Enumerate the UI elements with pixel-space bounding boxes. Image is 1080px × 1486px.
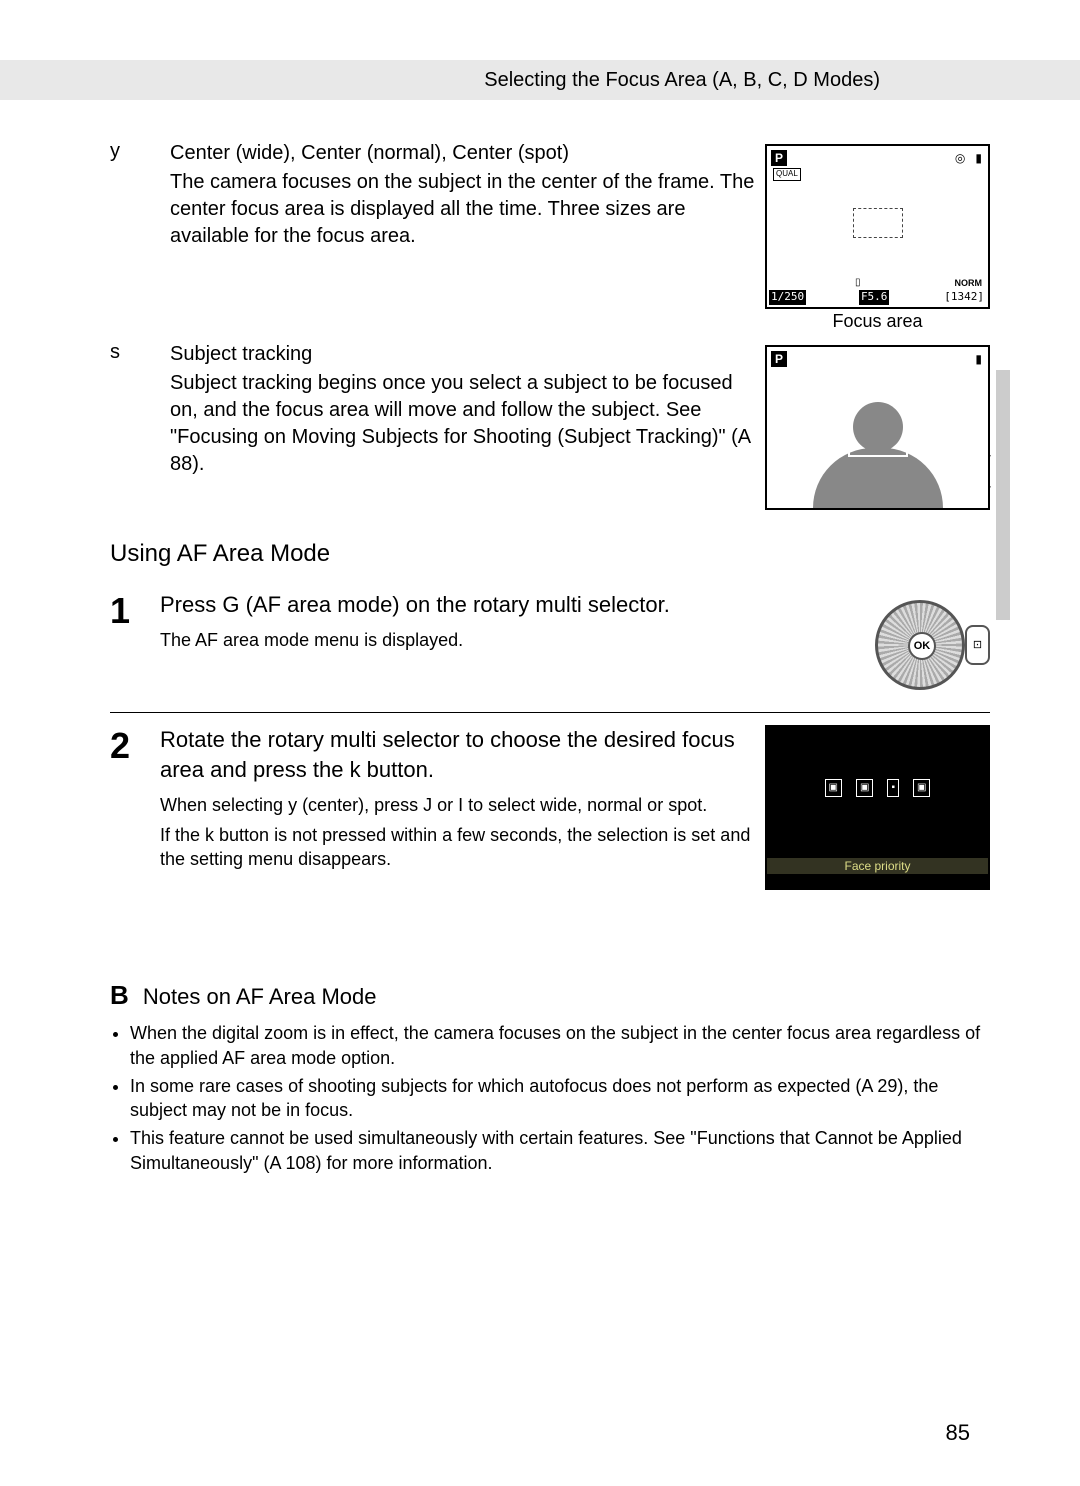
notes-title: B Notes on AF Area Mode [110, 980, 990, 1011]
af-mode-options-icon: ▣▣▪▣ [767, 779, 988, 797]
header-title: Selecting the Focus Area (A, B, C, D Mod… [484, 69, 880, 92]
lcd-bottom-bar: 1/250 F5.6 [1342] [769, 290, 986, 305]
row-s-symbol: s [110, 341, 170, 364]
af-icon: ◎ [955, 150, 965, 166]
side-tab-bg [996, 370, 1010, 620]
lcd-tracking: P ▮ [765, 345, 990, 510]
lcd-top-icons: ▮ [975, 351, 982, 367]
sd-icon: ▯ [855, 276, 861, 290]
subject-body-icon [813, 448, 943, 508]
rotary-selector-icon: OK ⊡ [860, 590, 990, 700]
norm-label: NORM [955, 277, 983, 289]
aperture-value: F5.6 [859, 290, 890, 305]
lcd-menu: ▣▣▪▣ Face priority [765, 725, 990, 890]
row-subject-tracking: s P ▮ Subject tracking Subject tracking … [110, 341, 990, 510]
notes-bullet-2: In some rare cases of shooting subjects … [130, 1074, 990, 1123]
notes-title-text: Notes on AF Area Mode [143, 984, 377, 1009]
face-priority-label: Face priority [767, 858, 988, 874]
step-1: 1 OK ⊡ Press G (AF area mode) on the rot… [110, 578, 990, 700]
header-bar: Selecting the Focus Area (A, B, C, D Mod… [0, 60, 1080, 100]
notes-bullet-1: When the digital zoom is in effect, the … [130, 1021, 990, 1070]
row-center-symbol: y [110, 140, 170, 163]
shots-value: [1342] [942, 290, 986, 305]
notes-caution-icon: B [110, 980, 129, 1010]
section-using-title: Using AF Area Mode [110, 540, 990, 568]
tracking-box-icon [848, 397, 908, 457]
battery-icon: ▮ [975, 351, 982, 367]
step-2: 2 ▣▣▪▣ Face priority Rotate the rotary m… [110, 725, 990, 890]
battery-icon: ▮ [975, 150, 982, 166]
step-1-num: 1 [110, 590, 160, 700]
lcd-center: P ◎ ▮ QUAL ▯ NORM 1/250 F5.6 [1342] [765, 144, 990, 309]
shutter-value: 1/250 [769, 290, 806, 305]
af-area-button-icon: ⊡ [965, 625, 990, 665]
mode-p-icon: P [771, 150, 787, 166]
focus-area-label: Focus area [765, 309, 990, 333]
step-divider [110, 712, 990, 713]
mode-p-icon: P [771, 351, 787, 367]
lcd-top-icons: ◎ ▮ [955, 150, 982, 166]
step-2-num: 2 [110, 725, 160, 890]
row-center: y P ◎ ▮ QUAL ▯ NORM 1/250 F5.6 [1342] [110, 140, 990, 333]
page-number: 85 [946, 1420, 970, 1446]
focus-brackets-icon [853, 208, 903, 238]
qual-icon: QUAL [773, 168, 801, 181]
notes-bullet-3: This feature cannot be used simultaneous… [130, 1126, 990, 1175]
notes-section: B Notes on AF Area Mode When the digital… [110, 980, 990, 1175]
